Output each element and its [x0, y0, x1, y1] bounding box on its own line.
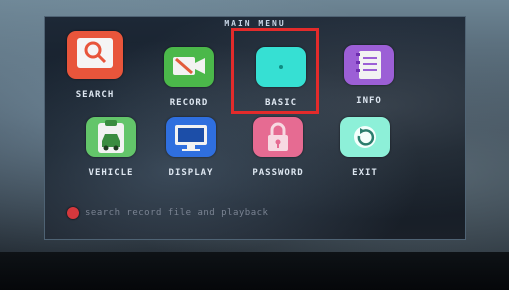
display-icon	[166, 117, 216, 157]
selection-highlight	[231, 28, 319, 114]
menu-label-exit: EXIT	[352, 168, 378, 178]
status-hint-text: search record file and playback	[85, 208, 269, 218]
screen-bezel	[0, 252, 509, 290]
menu-item-search[interactable]: SEARCH	[55, 31, 135, 101]
record-icon	[164, 47, 214, 87]
vehicle-icon	[86, 117, 136, 157]
menu-item-exit[interactable]: EXIT	[325, 117, 405, 187]
menu-label-display: DISPLAY	[168, 168, 214, 178]
main-menu-screen: MAIN MENU SEARCH RECORD BASIC INFO VEHIC…	[44, 16, 466, 240]
menu-label-info: INFO	[356, 96, 382, 106]
menu-label-vehicle: VEHICLE	[88, 168, 134, 178]
menu-item-vehicle[interactable]: VEHICLE	[71, 117, 151, 187]
status-bar: search record file and playback	[67, 207, 268, 219]
exit-icon	[340, 117, 390, 157]
menu-label-password: PASSWORD	[252, 168, 304, 178]
menu-item-info[interactable]: INFO	[329, 45, 409, 115]
menu-label-search: SEARCH	[75, 90, 115, 100]
menu-title: MAIN MENU	[224, 19, 286, 28]
menu-label-record: RECORD	[169, 98, 209, 108]
search-icon	[67, 31, 123, 79]
lock-icon	[253, 117, 303, 157]
menu-item-record[interactable]: RECORD	[149, 47, 229, 117]
menu-item-password[interactable]: PASSWORD	[238, 117, 318, 187]
menu-item-display[interactable]: DISPLAY	[151, 117, 231, 187]
status-indicator-icon	[67, 207, 79, 219]
info-icon	[344, 45, 394, 85]
